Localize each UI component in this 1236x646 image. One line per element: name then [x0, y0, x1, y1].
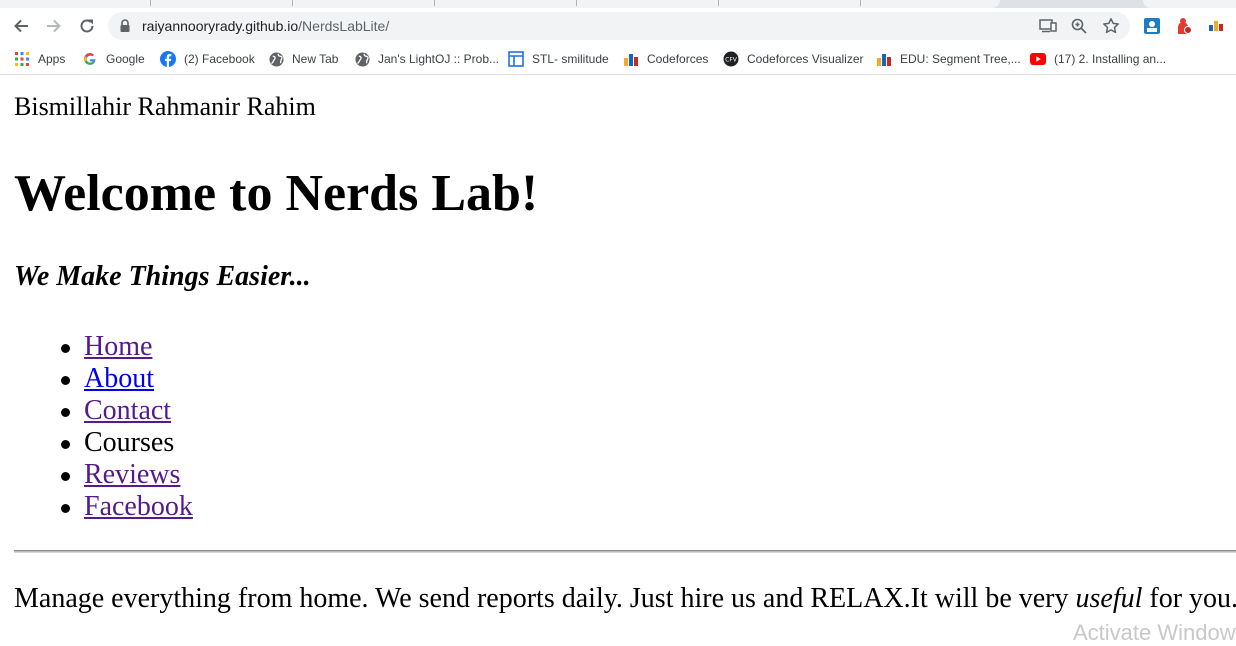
bookmark-label: Google — [106, 52, 145, 66]
home-link[interactable]: Home — [84, 331, 152, 362]
tab-separator — [860, 0, 861, 6]
bookmark-codeforces-visualizer[interactable]: CFV Codeforces Visualizer — [723, 50, 864, 68]
tab[interactable] — [1143, 0, 1236, 8]
bookmark-label: New Tab — [292, 52, 339, 66]
bookmark-label: Apps — [38, 52, 66, 66]
bullet-icon — [61, 408, 70, 417]
bullet-icon — [61, 504, 70, 513]
bookmark-star-button[interactable] — [1101, 17, 1121, 35]
bookmarks-bar: Apps Google (2) Facebook New Tab Jan's L… — [0, 44, 1236, 75]
courses-text: Courses — [84, 427, 175, 458]
extension-icon[interactable] — [1143, 17, 1161, 35]
reviews-link[interactable]: Reviews — [84, 459, 180, 490]
page-title: Welcome to Nerds Lab! — [14, 165, 539, 222]
tab-strip — [0, 0, 1236, 8]
bullet-icon — [61, 440, 70, 449]
youtube-icon — [1030, 51, 1046, 67]
reload-button[interactable] — [74, 13, 100, 39]
url-path: /NerdsLabLite/ — [298, 18, 390, 34]
extension-icon[interactable] — [1207, 17, 1225, 35]
tab-separator — [292, 0, 293, 6]
bookmark-label: EDU: Segment Tree,... — [900, 52, 1021, 66]
bookmark-google[interactable]: Google — [82, 50, 145, 68]
bookmark-youtube[interactable]: (17) 2. Installing an... — [1030, 50, 1166, 68]
tab-separator — [718, 0, 719, 6]
body-paragraph: Manage everything from home. We send rep… — [14, 582, 1236, 616]
nav-menu: Home About Contact Courses Reviews Faceb… — [14, 331, 193, 523]
bookmark-edu-segment-tree[interactable]: EDU: Segment Tree,... — [876, 50, 1021, 68]
forward-button[interactable] — [41, 13, 67, 39]
address-bar[interactable]: raiyannooryrady.github.io/NerdsLabLite/ — [108, 12, 1130, 40]
tab-separator — [576, 0, 577, 6]
bookmark-label: (17) 2. Installing an... — [1054, 52, 1167, 66]
lock-icon — [120, 19, 130, 32]
bookmark-label: (2) Facebook — [184, 52, 255, 66]
body-text-emphasis: useful — [1075, 583, 1143, 614]
bookmark-apps[interactable]: Apps — [14, 50, 65, 68]
body-text-start: Manage everything from home. We send rep… — [14, 583, 1076, 614]
bookmark-label: Codeforces Visualizer — [747, 52, 864, 66]
contact-link[interactable]: Contact — [84, 395, 171, 426]
bookmark-codeforces[interactable]: Codeforces — [623, 50, 708, 68]
codeforces-icon — [876, 51, 892, 67]
extension-icon[interactable] — [1175, 17, 1193, 35]
bullet-icon — [61, 376, 70, 385]
horizontal-rule — [14, 550, 1236, 553]
menu-item-courses: Courses — [14, 427, 193, 459]
bookmark-facebook[interactable]: (2) Facebook — [160, 50, 255, 68]
svg-text:CFV: CFV — [725, 57, 738, 64]
bookmark-new-tab[interactable]: New Tab — [268, 50, 338, 68]
url-text[interactable]: raiyannooryrady.github.io/NerdsLabLite/ — [142, 18, 389, 34]
bookmark-label: STL- smilitude — [532, 52, 609, 66]
reload-icon — [80, 19, 94, 33]
star-icon — [1103, 18, 1119, 34]
install-app-button[interactable] — [1038, 17, 1058, 35]
body-text-end: for you. — [1142, 583, 1236, 614]
tab-separator — [150, 0, 151, 6]
bullet-icon — [61, 472, 70, 481]
menu-item-about: About — [14, 363, 193, 395]
apps-grid-icon — [14, 51, 30, 67]
greeting-text: Bismillahir Rahmanir Rahim — [14, 92, 316, 121]
zoom-icon — [1071, 18, 1087, 34]
globe-icon — [268, 51, 284, 67]
tagline: We Make Things Easier... — [14, 261, 311, 292]
menu-item-contact: Contact — [14, 395, 193, 427]
facebook-icon — [160, 51, 176, 67]
bookmark-label: Codeforces — [647, 52, 709, 66]
bookmark-stl-smilitude[interactable]: STL- smilitude — [508, 50, 609, 68]
tab-separator — [434, 0, 435, 6]
menu-item-reviews: Reviews — [14, 459, 193, 491]
bookmark-lightoj[interactable]: Jan's LightOJ :: Prob... — [354, 50, 499, 68]
layout-icon — [508, 51, 524, 67]
bookmark-label: Jan's LightOJ :: Prob... — [378, 52, 500, 66]
monitor-install-icon — [1039, 19, 1057, 33]
activate-windows-watermark: Activate Windows — [1073, 620, 1236, 645]
menu-item-home: Home — [14, 331, 193, 363]
codeforces-icon — [623, 51, 639, 67]
facebook-link[interactable]: Facebook — [84, 491, 193, 522]
cfv-icon: CFV — [723, 51, 739, 67]
google-icon — [82, 51, 98, 67]
globe-icon — [354, 51, 370, 67]
zoom-button[interactable] — [1069, 17, 1089, 35]
back-button[interactable] — [8, 13, 34, 39]
arrow-left-icon — [14, 19, 28, 33]
bullet-icon — [61, 344, 70, 353]
arrow-right-icon — [47, 19, 61, 33]
about-link[interactable]: About — [84, 363, 154, 394]
menu-item-facebook: Facebook — [14, 491, 193, 523]
url-host: raiyannooryrady.github.io — [142, 18, 299, 34]
browser-toolbar: raiyannooryrady.github.io/NerdsLabLite/ — [0, 8, 1236, 44]
